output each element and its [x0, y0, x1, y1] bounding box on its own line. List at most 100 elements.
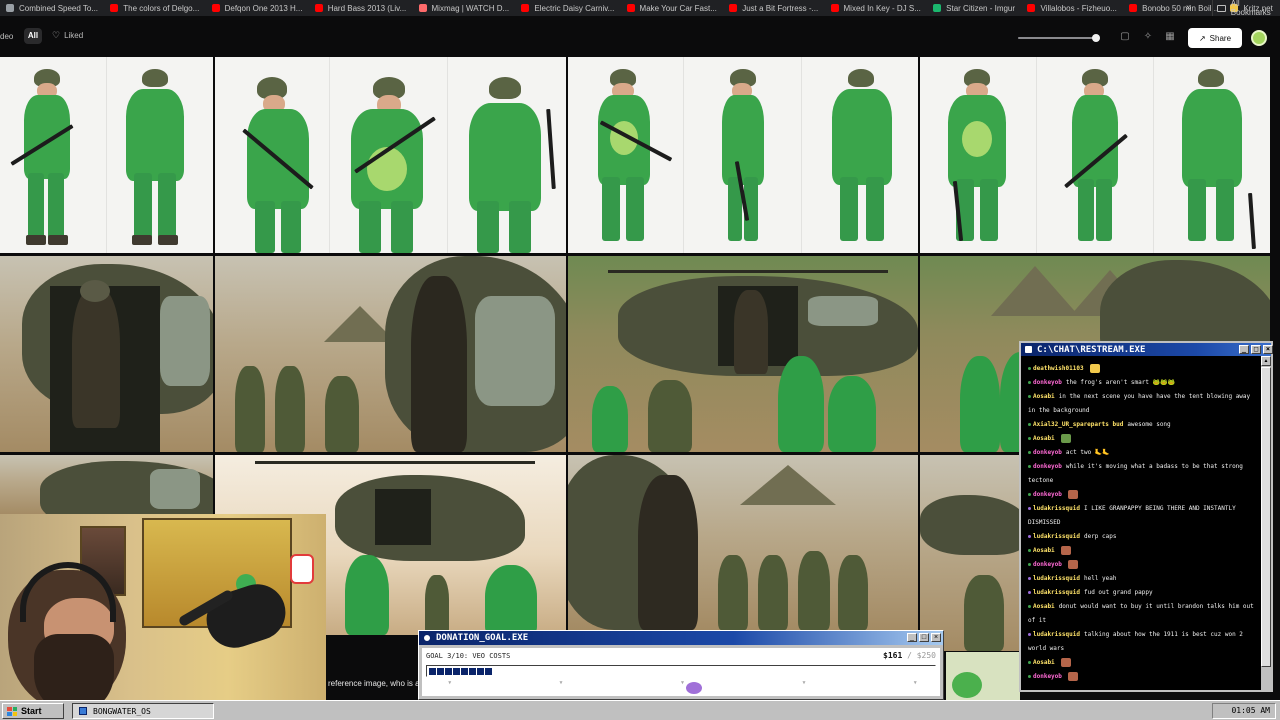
chat-window[interactable]: C:\CHAT\RESTREAM.EXE _ □ × deathwish0110…	[1019, 341, 1273, 692]
frog-sticker	[946, 652, 1020, 700]
chat-messages: deathwish01103 donkeyob the frog's aren't …	[1021, 356, 1261, 690]
chat-username: ludakrissquid	[1033, 575, 1080, 582]
all-bookmarks-button[interactable]: All Bookmarks	[1212, 0, 1280, 17]
progress-block	[445, 668, 452, 675]
favicon-icon	[626, 4, 635, 12]
start-button[interactable]: Start	[2, 703, 64, 719]
scroll-thumb[interactable]	[1261, 367, 1271, 667]
share-button[interactable]: ↗ Share	[1188, 28, 1242, 48]
taskbar-app-button[interactable]: BONGWATER_OS	[72, 703, 214, 719]
chat-username: donkeyob	[1033, 449, 1062, 456]
gallery-tile-3[interactable]	[568, 57, 918, 253]
donation-title: DONATION_GOAL.EXE	[436, 633, 529, 643]
tab-video[interactable]: deo	[0, 32, 13, 41]
favicon-icon	[521, 4, 530, 12]
platform-dot-icon	[1028, 591, 1031, 594]
bookmark-item[interactable]: Bonobo 50 min Boil...	[1123, 0, 1224, 16]
tab-all[interactable]: All	[24, 28, 42, 44]
donation-title-bar[interactable]: DONATION_GOAL.EXE	[419, 631, 943, 645]
chat-username: ludakrissquid	[1033, 589, 1080, 596]
chat-text: act two 🦶🦶	[1065, 449, 1110, 456]
favicon-icon	[1027, 4, 1036, 12]
emote-icon	[1067, 672, 1078, 681]
gallery-tile-5[interactable]	[0, 256, 213, 452]
app-icon	[79, 707, 87, 715]
app-icon	[423, 634, 431, 642]
chat-username: donkeyob	[1033, 673, 1062, 680]
bookmark-item[interactable]: Make Your Car Fast...	[621, 0, 724, 16]
platform-dot-icon	[1028, 549, 1031, 552]
gallery-tile-2[interactable]	[215, 57, 566, 253]
bookmark-label: Mixmag | WATCH D...	[431, 3, 510, 13]
favicon-icon	[110, 4, 119, 12]
bookmarks-overflow-button[interactable]: »	[1186, 0, 1198, 16]
bookmark-label: Mixed In Key - DJ S...	[843, 3, 921, 13]
bookmark-label: The colors of Delgo...	[123, 3, 200, 13]
progress-block	[477, 668, 484, 675]
bookmark-item[interactable]: Just a Bit Fortress -...	[723, 0, 824, 16]
zoom-slider[interactable]	[1018, 34, 1100, 42]
bookmark-label: Make Your Car Fast...	[639, 3, 717, 13]
start-label: Start	[21, 706, 42, 716]
webcam-overlay	[0, 514, 326, 700]
system-clock: 01:05 AM	[1212, 703, 1276, 719]
favicon-icon	[6, 4, 14, 12]
donation-target: / $250	[907, 651, 936, 660]
prompt-text: reference image, who is a	[326, 678, 418, 700]
gallery-tile-12[interactable]	[920, 455, 1020, 651]
gallery-tile-6[interactable]	[215, 256, 566, 452]
bookmark-label: Combined Speed To...	[19, 3, 99, 13]
bookmark-item[interactable]: The colors of Delgo...	[104, 0, 205, 16]
bookmark-label: Hard Bass 2013 (Liv...	[327, 3, 407, 13]
platform-dot-icon	[1028, 507, 1031, 510]
avatar[interactable]	[1251, 30, 1267, 46]
gallery-tile-9[interactable]	[0, 455, 213, 515]
settings-icon[interactable]: ✧	[1143, 32, 1153, 42]
favicon-icon	[933, 4, 942, 12]
zoom-slider-knob[interactable]	[1091, 34, 1100, 42]
close-button[interactable]: ×	[1263, 345, 1273, 354]
favicon-icon	[314, 4, 323, 12]
chat-message: donkeyob the frog's aren't smart 🐸🐸🐸	[1028, 376, 1258, 390]
bookmark-item[interactable]: Defqon One 2013 H...	[206, 0, 309, 16]
square-view-icon[interactable]: ▢	[1120, 32, 1130, 42]
chat-scrollbar[interactable]: ▲	[1261, 356, 1271, 690]
minimize-button[interactable]: _	[1239, 345, 1249, 354]
bookmark-item[interactable]: Electric Daisy Carniv...	[515, 0, 620, 16]
progress-block	[429, 668, 436, 675]
gallery-tile-7[interactable]	[568, 256, 918, 452]
chat-message: donkeyob while it's moving what a badass …	[1028, 460, 1258, 488]
gallery-tile-4[interactable]	[920, 57, 1270, 253]
maximize-button[interactable]: □	[1251, 345, 1261, 354]
all-bookmarks-label: All Bookmarks	[1230, 0, 1271, 17]
minimize-button[interactable]: _	[907, 633, 917, 642]
tab-liked[interactable]: ♡ Liked	[52, 30, 83, 41]
bookmark-item[interactable]: Mixmag | WATCH D...	[413, 0, 516, 16]
windows-logo-icon	[7, 706, 17, 716]
chat-username: Axial32_UR_spareparts bud	[1033, 421, 1124, 428]
gallery-toolbar: deo All ♡ Liked ▢ ✧ ▦ ↗ Share	[0, 16, 1280, 56]
bookmark-label: Defqon One 2013 H...	[224, 3, 303, 13]
maximize-button[interactable]: □	[919, 633, 929, 642]
bookmark-item[interactable]: Villalobos - Fizheuo...	[1021, 0, 1123, 16]
close-button[interactable]: ×	[931, 633, 941, 642]
donation-goal-window[interactable]: DONATION_GOAL.EXE _ □ × GOAL 3/10: VEO C…	[418, 630, 944, 700]
bookmark-item[interactable]: Star Citizen - Imgur	[927, 0, 1021, 16]
chat-title: C:\CHAT\RESTREAM.EXE	[1037, 344, 1146, 355]
chat-username: deathwish01103	[1033, 365, 1084, 372]
heart-icon: ♡	[52, 30, 61, 40]
bookmark-item[interactable]: Mixed In Key - DJ S...	[825, 0, 928, 16]
bookmark-item[interactable]: Hard Bass 2013 (Liv...	[309, 0, 413, 16]
platform-dot-icon	[1028, 577, 1031, 580]
grid-view-icon[interactable]: ▦	[1165, 32, 1175, 42]
bookmark-item[interactable]: Combined Speed To...	[0, 0, 104, 16]
scroll-up-icon[interactable]: ▲	[1261, 356, 1271, 366]
emote-icon	[1067, 490, 1078, 499]
platform-dot-icon	[1028, 423, 1031, 426]
gallery-tile-11[interactable]	[568, 455, 918, 630]
folder-icon	[1217, 4, 1226, 12]
chat-title-bar[interactable]: C:\CHAT\RESTREAM.EXE _ □ ×	[1021, 343, 1273, 356]
gallery-tile-1[interactable]	[0, 57, 213, 253]
chat-message: Aosabi donut would want to buy it until b…	[1028, 600, 1258, 628]
chat-message: donkeyob	[1028, 558, 1258, 572]
